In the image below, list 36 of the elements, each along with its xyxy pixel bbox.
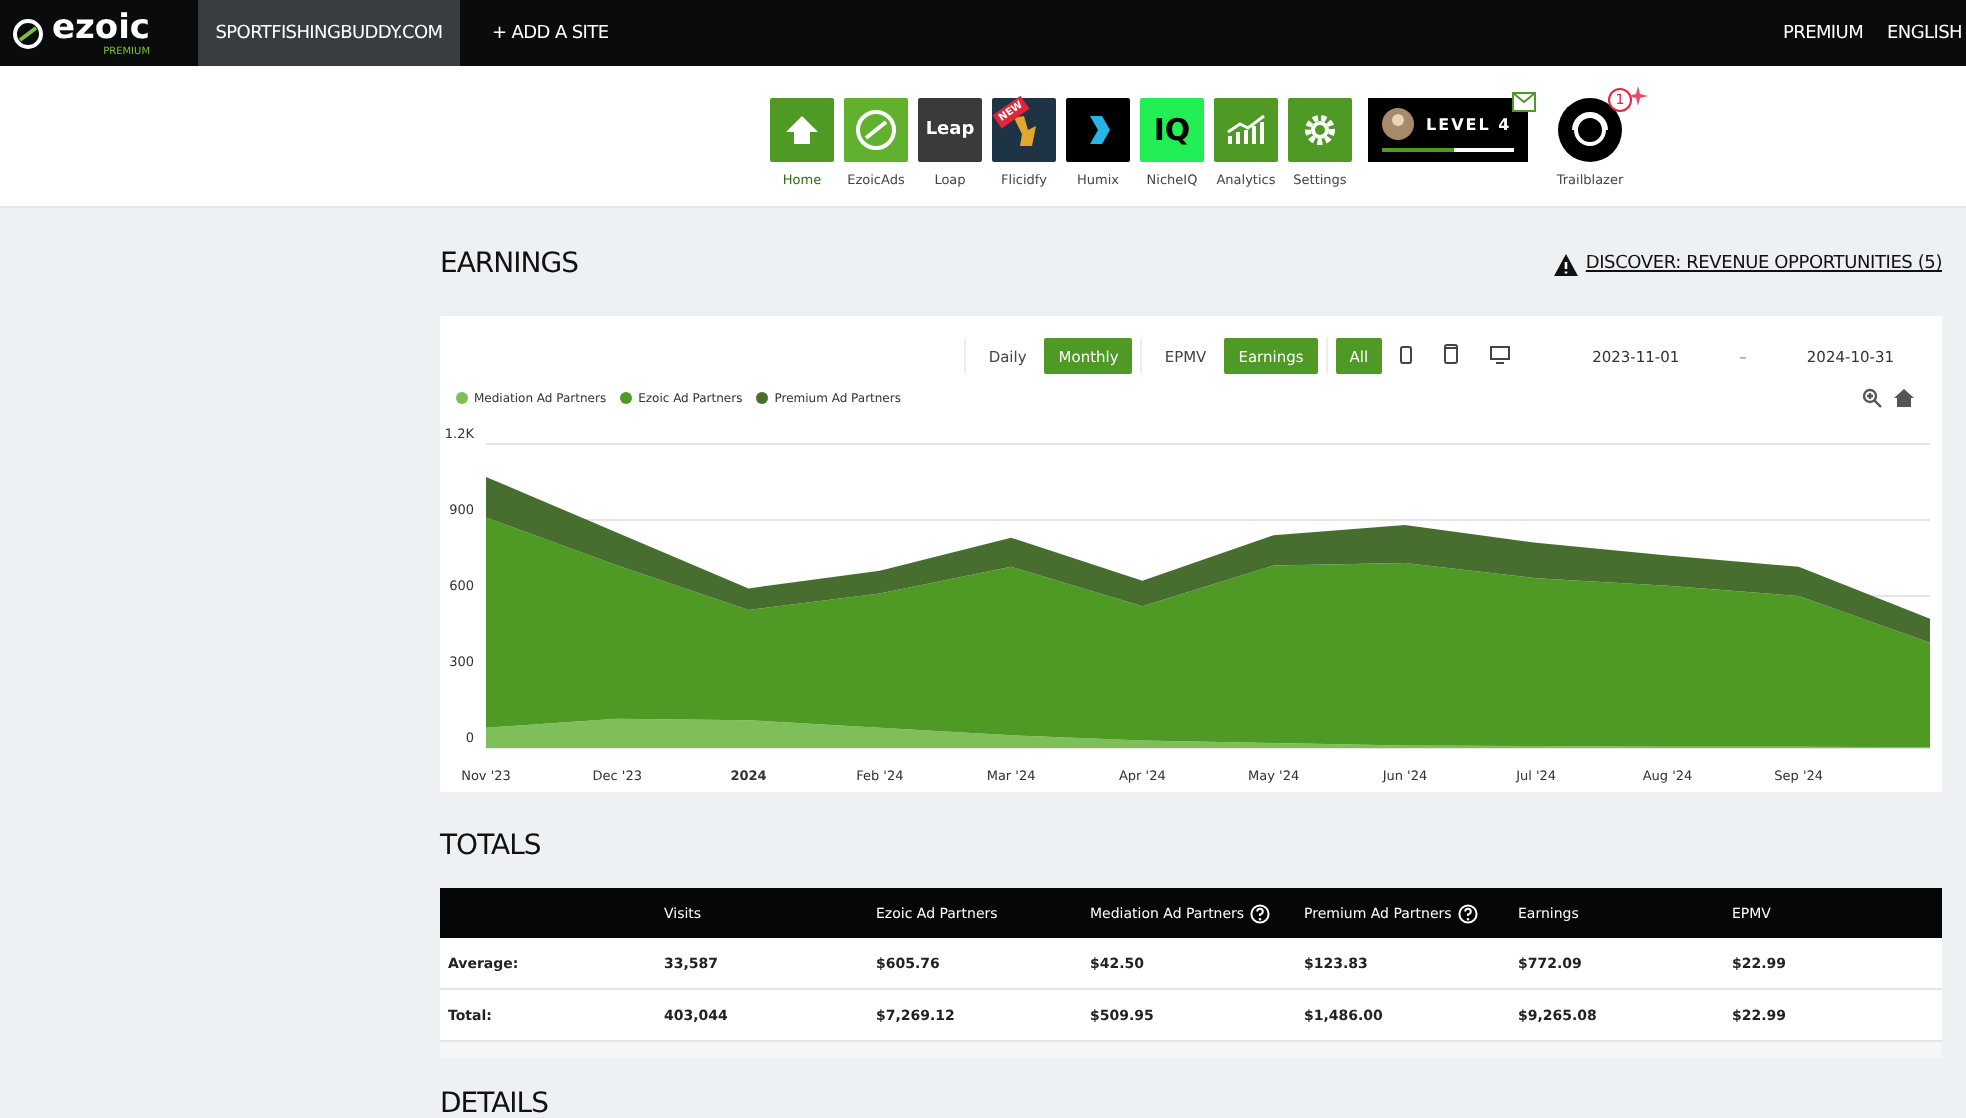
discover-link[interactable]: DISCOVER: REVENUE OPPORTUNITIES (5) [1553,253,1942,275]
sparkle-icon [1628,86,1648,106]
app-tile[interactable] [1288,98,1352,162]
chevron-icon [1086,114,1110,146]
avatar-icon [1382,108,1414,140]
app-tile[interactable] [770,98,834,162]
level-text: LEVEL 4 [1426,115,1512,133]
tablet-icon [1400,345,1413,363]
app-tile[interactable] [1214,98,1278,162]
logo-text: ezoic [52,8,151,48]
zoom-icon[interactable] [1862,388,1882,408]
phone-icon [1444,344,1459,364]
section-title: EARNINGS [440,248,578,280]
home-icon[interactable] [1894,388,1914,408]
app-logo: Leap [925,120,975,140]
section-title: TOTALS [440,830,543,862]
desktop-icon [1490,345,1511,363]
chart-icon [1226,114,1266,146]
site-tab[interactable]: SPORTFISHINGBUDDY.COM [198,0,460,66]
app-tile[interactable] [844,98,908,162]
top-link[interactable]: ENGLISH [1887,23,1962,43]
app-tile[interactable] [1066,98,1130,162]
house-icon [784,112,820,148]
app-tile[interactable]: Leap [918,98,982,162]
section-title: DETAILS [440,1088,550,1118]
help-icon[interactable] [1457,903,1478,923]
site-tab[interactable]: + ADD A SITE [460,0,641,66]
top-link[interactable]: PREMIUM [1783,23,1864,43]
app-logo: IQ [1153,112,1191,148]
warning-icon [1553,253,1578,275]
ezoic-logo-icon [854,108,898,152]
logo-icon [12,17,44,49]
mail-icon[interactable] [1512,92,1536,112]
settings-icon [1302,112,1338,148]
help-icon[interactable] [1250,903,1271,923]
app-tile[interactable]: IQ [1140,98,1204,162]
